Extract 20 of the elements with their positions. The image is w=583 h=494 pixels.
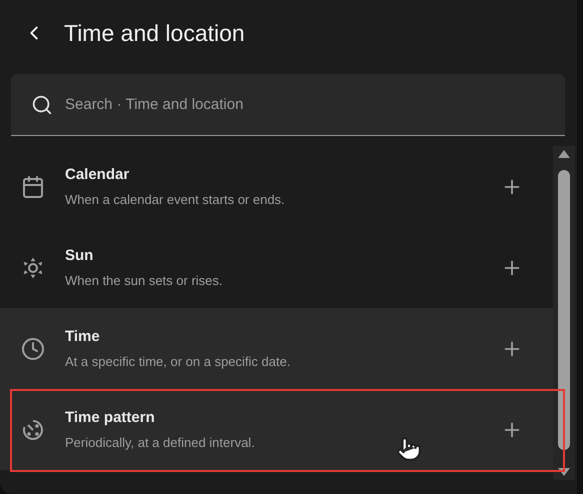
item-description: Periodically, at a defined interval. — [65, 434, 255, 452]
sun-icon — [21, 256, 45, 280]
search-icon — [31, 94, 53, 116]
item-title: Time — [65, 327, 100, 347]
item-description: At a specific time, or on a specific date. — [65, 352, 290, 371]
scrollbar[interactable] — [553, 146, 575, 480]
item-description: When the sun sets or rises. — [65, 272, 223, 290]
trigger-item[interactable]: Sun When the sun sets or rises. — [0, 227, 553, 308]
item-description: When a calendar event starts or ends. — [65, 190, 285, 208]
hand-cursor-icon — [396, 436, 422, 462]
clock-icon — [21, 336, 45, 360]
item-title: Time pattern — [65, 408, 155, 428]
calendar-icon — [21, 174, 45, 198]
page-title: Time and location — [64, 18, 245, 48]
item-title: Calendar — [65, 165, 130, 185]
trigger-item[interactable]: Time At a specific time, or on a specific date. — [0, 308, 553, 389]
trigger-item[interactable]: Calendar When a calendar event starts or ends. — [0, 146, 553, 227]
search-field[interactable]: Search · Time and location — [11, 74, 565, 136]
clock-dial-icon — [21, 418, 45, 442]
item-title: Sun — [65, 246, 94, 266]
